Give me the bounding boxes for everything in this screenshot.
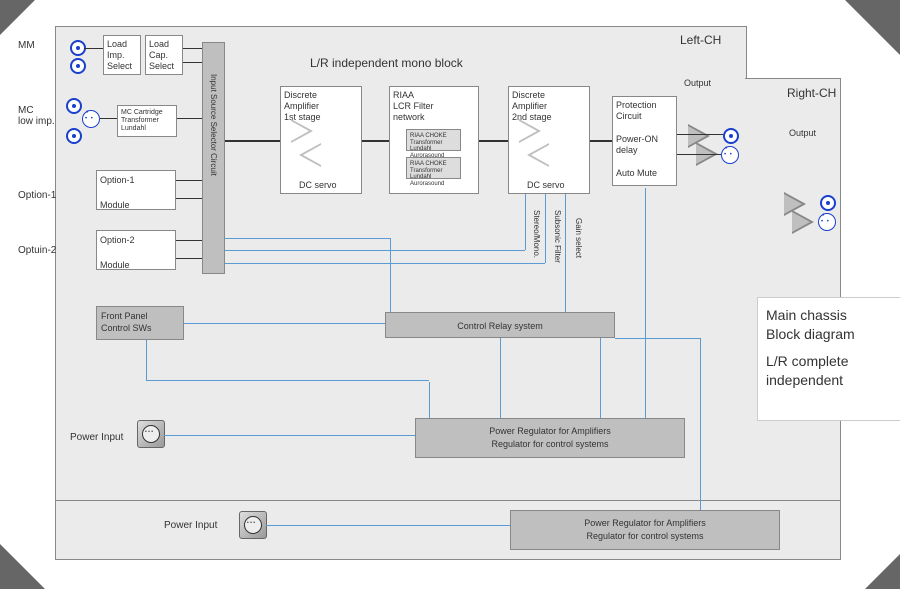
ctrl-v0 [390,238,391,312]
protection-block: Protection Circuit Power-ON delay Auto M… [612,96,677,186]
mc-cartridge-block: MC Cartridge Transformer Lundahl [117,105,177,137]
note-box: Main chassis Block diagram L/R complete … [757,297,900,421]
fp-relay-line [184,323,385,324]
corner-bl [0,544,45,589]
opt2-line2 [176,258,202,259]
out-xlr-r [818,213,836,231]
output-label-r: Output [789,128,816,138]
mm-label: MM [18,40,35,51]
ctrl-v3 [565,194,566,312]
input-selector-block: Input Source Selector Circuit [202,42,225,274]
riaa-block: RIAA LCR Filter network RIAA CHOKE Trans… [389,86,479,194]
out-jack-l1 [723,128,739,144]
prot-reg-v [645,188,646,418]
mm-jack-2 [70,58,86,74]
option1-label: Option-1 [18,190,56,201]
power-regulator-2: Power Regulator for Amplifiers Regulator… [510,510,780,550]
pwr-reg1-line [164,435,415,436]
riaa-title: RIAA LCR Filter network [393,90,475,122]
mc-label: MC low imp. [18,105,55,127]
left-ch-label: Left-CH [680,33,721,47]
pwr-reg2-line [266,525,510,526]
control-relay-block: Control Relay system [385,312,615,338]
stereo-mono-label: Stereo/Mono. [532,210,541,258]
note-l2: Block diagram [766,325,900,344]
right-ch-label: Right-CH [787,86,836,100]
title-label: L/R independent mono block [310,56,463,70]
note-l4: independent [766,371,900,390]
mm-sel-line [183,48,202,49]
mc-sel-line [177,118,202,119]
out-line-l1 [677,134,723,135]
choke-1: RIAA CHOKE Transformer Lundahl Aurorasou… [406,129,461,151]
amp1-block: Discrete Amplifier 1st stage DC servo [280,86,362,194]
reg-right-v [700,338,701,510]
ctrl-v1 [525,194,526,250]
power-input1-label: Power Input [70,432,123,443]
power-input2-label: Power Input [164,520,217,531]
gain-select-label: Gain select [574,218,583,258]
reg-h1 [146,380,429,381]
note-l1: Main chassis [766,306,900,325]
sig-line-2 [362,140,389,142]
corner-tr [845,0,900,55]
reg-v1 [429,382,430,418]
opt2-line1 [176,240,202,241]
relay-reg-v2 [600,338,601,418]
amp2-title: Discrete Amplifier 2nd stage [512,90,586,122]
option2-label: Optuin-2 [18,245,56,256]
front-panel-block: Front Panel Control SWs [96,306,184,340]
sig-line-1 [225,140,280,142]
ctrl-line-1 [225,238,390,239]
mm-line [84,48,103,49]
input-selector-label: Input Source Selector Circuit [209,74,218,176]
amp1-title: Discrete Amplifier 1st stage [284,90,358,122]
power-connector-2 [239,511,267,539]
fp-v [146,340,147,380]
mc-xlr [82,110,100,128]
mc-jack-2 [66,128,82,144]
out-xlr-l [721,146,739,164]
out-line-l2 [677,154,721,155]
option1-module: Option-1 Module [96,170,176,210]
subsonic-filter-label: Subsonic Filter [553,210,562,263]
choke-2: RIAA CHOKE Transformer Lundahl Aurorasou… [406,157,461,179]
amp2-block: Discrete Amplifier 2nd stage DC servo [508,86,590,194]
mm-sel-line2 [183,62,202,63]
power-connector-1 [137,420,165,448]
reg-right-h [615,338,701,339]
mc-jack-1 [66,98,82,114]
note-l3: L/R complete [766,352,900,371]
mc-line [100,118,117,119]
relay-reg-v [500,338,501,418]
load-cap-block: Load Cap. Select [145,35,183,75]
out-jack-r1 [820,195,836,211]
sig-line-4 [590,140,612,142]
load-imp-block: Load Imp. Select [103,35,141,75]
ctrl-line-3 [225,263,545,264]
corner-br [865,554,900,589]
dc-servo-2-label: DC servo [527,180,565,190]
opt1-line1 [176,180,202,181]
power-regulator-1: Power Regulator for Amplifiers Regulator… [415,418,685,458]
ctrl-v2 [545,194,546,263]
ctrl-line-2 [225,250,525,251]
opt1-line2 [176,198,202,199]
output-label-l: Output [684,78,711,88]
corner-tl [0,0,35,35]
sig-line-3 [479,140,508,142]
option2-module: Option-2 Module [96,230,176,270]
dc-servo-1-label: DC servo [299,180,337,190]
